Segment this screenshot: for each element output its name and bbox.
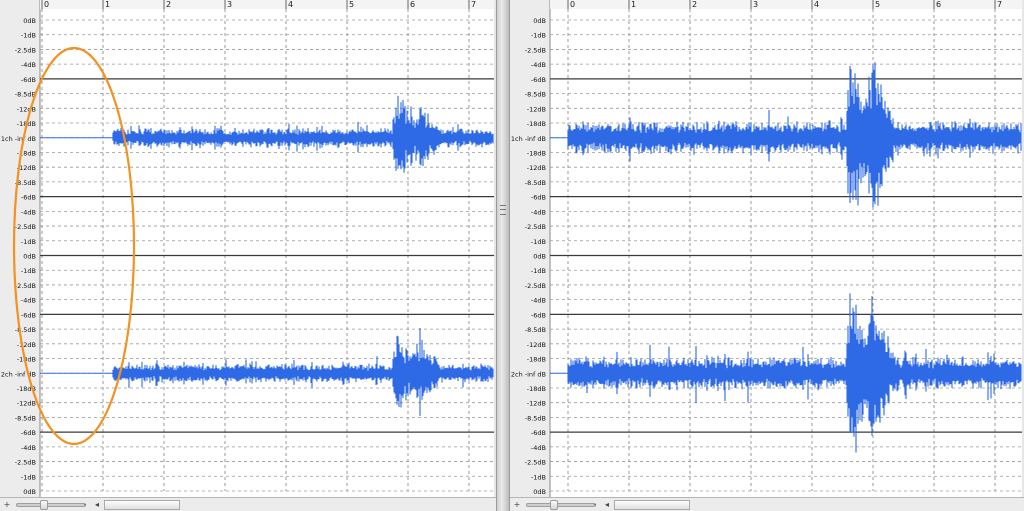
ruler-tick-label: 1 — [631, 0, 636, 9]
db-scale-label: -2.5dB — [525, 46, 546, 54]
db-scale-label: 2ch -inf dB — [511, 370, 546, 378]
scroll-thumb[interactable] — [104, 500, 180, 510]
zoom-slider-track[interactable] — [16, 503, 86, 507]
db-scale-label: -2.5dB — [525, 282, 546, 290]
db-scale-label: -8.5dB — [15, 414, 36, 422]
db-scale-label: -2.5dB — [15, 223, 36, 231]
zoom-slider-thumb[interactable] — [550, 500, 558, 510]
db-scale-label: 0dB — [23, 17, 36, 25]
ruler-tick-label: 6 — [410, 0, 415, 9]
db-scale-label: -12dB — [527, 341, 546, 349]
ruler-tick-label: 5 — [349, 0, 354, 9]
db-scale-label: -6dB — [531, 311, 546, 319]
ruler-tick-label: 2 — [166, 0, 171, 9]
db-scale-label: -12dB — [527, 400, 546, 408]
ruler-tick-label: 3 — [753, 0, 758, 9]
left-waveform-view[interactable]: 0 1 2 3 4 5 6 7 0dB -1dB -2.5dB -4dB -6dB -8.5dB -12dB… — [0, 0, 496, 497]
zoom-slider-thumb[interactable] — [40, 500, 48, 510]
db-scale-label: -18dB — [527, 149, 546, 157]
db-scale-label: -12dB — [527, 105, 546, 113]
db-scale-label: -6dB — [21, 311, 36, 319]
zoom-in-icon[interactable]: + — [2, 500, 12, 509]
db-scale-label: -8.5dB — [525, 326, 546, 334]
db-scale-label: -4dB — [21, 208, 36, 216]
ruler-tick-label: 4 — [814, 0, 819, 9]
db-scale-label: -2.5dB — [525, 223, 546, 231]
zoom-in-icon[interactable]: + — [512, 500, 522, 509]
db-scale-label: -2.5dB — [15, 459, 36, 467]
db-scale-label: -4dB — [531, 297, 546, 305]
ruler-tick-label: 7 — [471, 0, 476, 9]
db-scale-label: -1dB — [531, 32, 546, 40]
db-scale-label: -18dB — [527, 356, 546, 364]
ruler-tick-label: 0 — [570, 0, 575, 9]
right-waveform-view[interactable]: 0 1 2 3 4 5 6 7 0dB -1dB -2.5dB -4dB -6dB -8.5dB -12dB… — [510, 0, 1024, 497]
db-scale-label: -8.5dB — [525, 179, 546, 187]
time-ruler[interactable]: 0 1 2 3 4 5 6 7 — [550, 0, 1022, 9]
db-scale-label: 0dB — [23, 253, 36, 261]
ruler-tick-label: 1 — [105, 0, 110, 9]
zoom-out-icon[interactable]: - — [80, 500, 90, 509]
db-scale-label: -6dB — [21, 194, 36, 202]
ruler-tick-label: 7 — [997, 0, 1002, 9]
db-scale-label: -1dB — [531, 473, 546, 481]
db-scale-label: 1ch -inf dB — [1, 135, 36, 143]
scroll-thumb[interactable] — [614, 500, 690, 510]
left-horizontal-scrollbar[interactable]: + - ◂ — [0, 497, 496, 511]
db-scale-label: 0dB — [23, 488, 36, 496]
left-waveform-panel: 0 1 2 3 4 5 6 7 0dB -1dB -2.5dB -4dB -6dB -8.5dB -12dB… — [0, 0, 496, 511]
db-scale-label: -1dB — [21, 32, 36, 40]
db-scale-label: 1ch -inf dB — [511, 135, 546, 143]
zoom-out-icon[interactable]: - — [590, 500, 600, 509]
ruler-tick-label: 6 — [936, 0, 941, 9]
db-scale-label: -12dB — [527, 164, 546, 172]
scroll-left-arrow-icon[interactable]: ◂ — [602, 500, 612, 509]
db-scale-label: -6dB — [531, 194, 546, 202]
db-scale-label: -1dB — [21, 238, 36, 246]
db-scale-label: -6dB — [531, 76, 546, 84]
db-scale-label: 0dB — [533, 488, 546, 496]
ruler-tick-label: 2 — [692, 0, 697, 9]
db-scale-label: -8.5dB — [525, 91, 546, 99]
db-scale-label: -4dB — [531, 444, 546, 452]
right-waveform-panel: 0 1 2 3 4 5 6 7 0dB -1dB -2.5dB -4dB -6dB -8.5dB -12dB… — [510, 0, 1024, 511]
db-scale-label: -4dB — [531, 61, 546, 69]
db-scale-label: -4dB — [21, 297, 36, 305]
time-ruler[interactable]: 0 1 2 3 4 5 6 7 — [40, 0, 494, 9]
db-scale-label: -4dB — [21, 444, 36, 452]
db-scale-label: -6dB — [21, 76, 36, 84]
db-scale-label: 0dB — [533, 17, 546, 25]
db-scale-label: -4dB — [531, 208, 546, 216]
db-scale-label: -18dB — [527, 385, 546, 393]
scroll-left-arrow-icon[interactable]: ◂ — [92, 500, 102, 509]
panel-splitter[interactable] — [496, 0, 510, 511]
db-scale-label: -4dB — [21, 61, 36, 69]
db-scale-label: -1dB — [21, 267, 36, 275]
splitter-grip-icon[interactable] — [500, 205, 506, 215]
db-scale-label: -2.5dB — [15, 46, 36, 54]
db-scale-label: -12dB — [17, 400, 36, 408]
db-scale-label: -6dB — [531, 429, 546, 437]
db-scale-label: 0dB — [533, 253, 546, 261]
db-scale-label: 2ch -inf dB — [1, 370, 36, 378]
db-scale-label: -12dB — [17, 105, 36, 113]
db-scale-label: -8.5dB — [15, 91, 36, 99]
ruler-tick-label: 3 — [227, 0, 232, 9]
ruler-tick-label: 4 — [288, 0, 293, 9]
ruler-tick-label: 0 — [44, 0, 49, 9]
ruler-tick-label: 5 — [875, 0, 880, 9]
right-horizontal-scrollbar[interactable]: + - ◂ — [510, 497, 1024, 511]
db-scale-label: -1dB — [531, 238, 546, 246]
db-scale-label: -18dB — [527, 120, 546, 128]
db-scale-label: -2.5dB — [15, 282, 36, 290]
db-scale-label: -1dB — [531, 267, 546, 275]
db-scale-label: -8.5dB — [525, 414, 546, 422]
audio-editor-window: 0 1 2 3 4 5 6 7 0dB -1dB -2.5dB -4dB -6dB -8.5dB -12dB… — [0, 0, 1024, 511]
db-scale-label: -6dB — [21, 429, 36, 437]
db-scale-label: -2.5dB — [525, 459, 546, 467]
db-scale-label: -1dB — [21, 473, 36, 481]
db-scale-label: -8.5dB — [15, 326, 36, 334]
zoom-slider-track[interactable] — [526, 503, 596, 507]
db-scale-label: -12dB — [17, 341, 36, 349]
